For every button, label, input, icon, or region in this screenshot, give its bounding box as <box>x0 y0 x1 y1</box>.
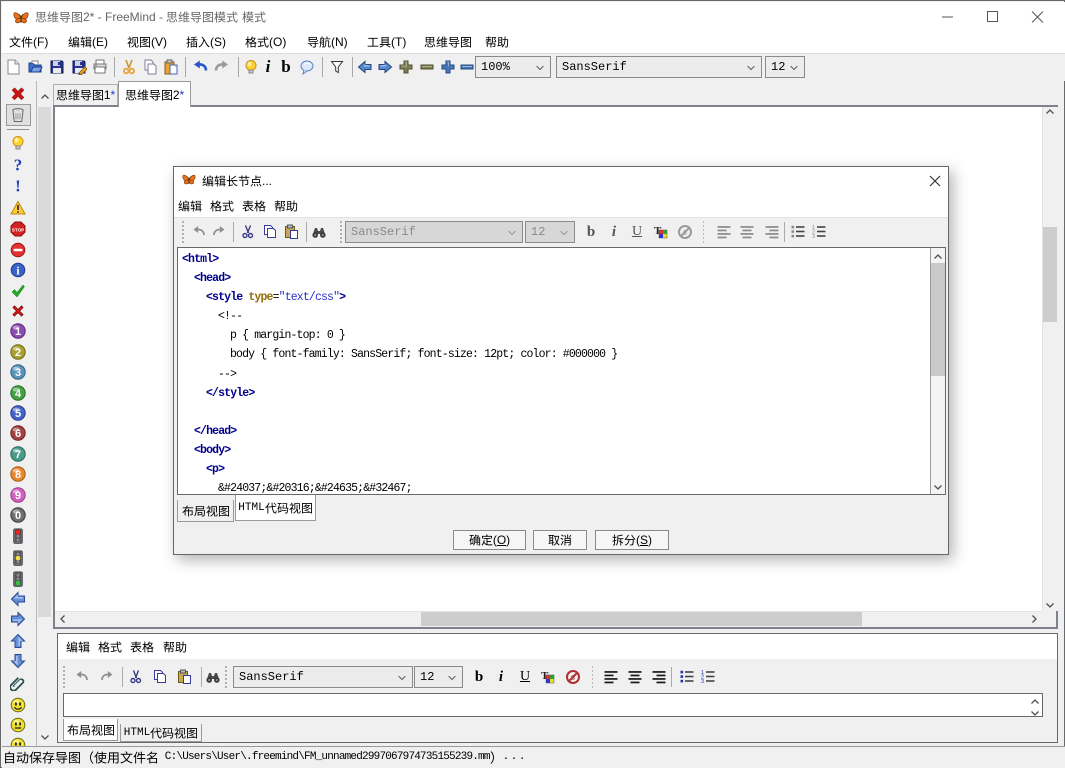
svg-text:!: ! <box>15 178 21 194</box>
svg-text:3: 3 <box>812 234 815 240</box>
svg-text:3: 3 <box>15 367 21 379</box>
svg-text:S: S <box>683 229 687 237</box>
svg-text:4: 4 <box>15 388 22 400</box>
svg-text:7: 7 <box>15 449 21 461</box>
svg-text:6: 6 <box>15 428 21 440</box>
svg-text:?: ? <box>14 157 23 173</box>
svg-text:3: 3 <box>701 679 704 685</box>
svg-text:0: 0 <box>15 510 21 522</box>
svg-text:8: 8 <box>15 469 21 481</box>
svg-text:STOP: STOP <box>12 227 24 232</box>
svg-text:9: 9 <box>15 490 21 502</box>
svg-text:2: 2 <box>15 347 21 359</box>
svg-text:S: S <box>571 674 575 682</box>
svg-text:1: 1 <box>15 326 21 338</box>
svg-text:5: 5 <box>15 408 21 420</box>
